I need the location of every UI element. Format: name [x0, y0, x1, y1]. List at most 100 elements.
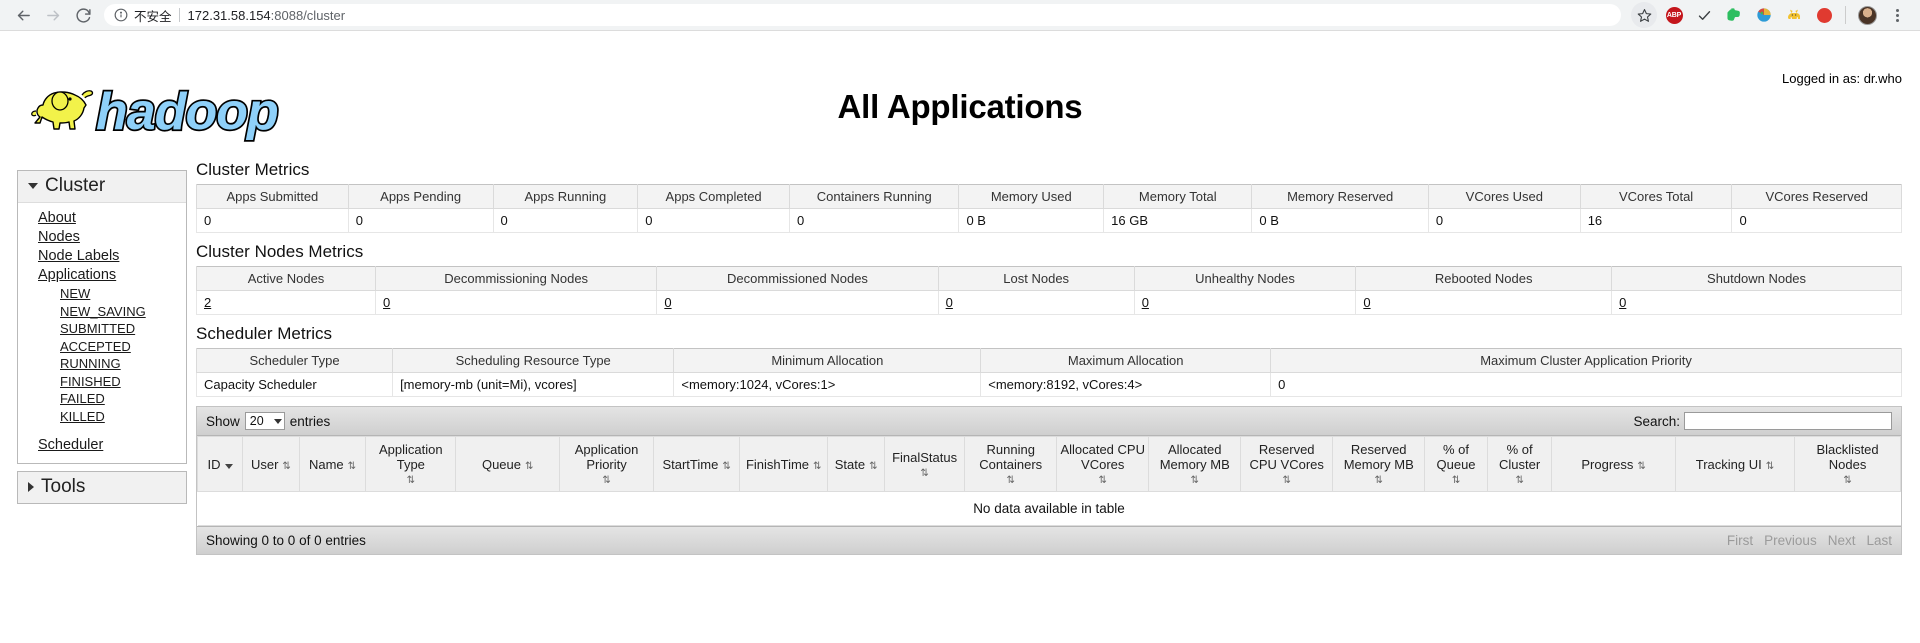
col-application-priority-label: Application Priority — [574, 442, 639, 472]
rebooted-nodes-link[interactable]: 0 — [1363, 295, 1370, 310]
unhealthy-nodes-link[interactable]: 0 — [1142, 295, 1149, 310]
col-decommissioning-nodes: Decommissioning Nodes — [375, 266, 658, 291]
back-arrow-icon[interactable] — [8, 0, 38, 30]
decommissioning-nodes-link[interactable]: 0 — [383, 295, 390, 310]
val-shutdown-nodes[interactable]: 0 — [1611, 290, 1902, 315]
col-finishtime[interactable]: FinishTime ⇅ — [739, 436, 829, 492]
page-title: All Applications — [837, 88, 1083, 125]
profile-avatar[interactable] — [1854, 2, 1880, 28]
palette-extension-icon[interactable] — [1751, 2, 1777, 28]
col-tracking-ui-label: Tracking UI — [1695, 456, 1762, 472]
val-memory-reserved: 0 B — [1251, 208, 1429, 233]
sidebar-item-nodes[interactable]: Nodes — [18, 228, 186, 247]
sidebar-item-applications[interactable]: Applications — [18, 266, 186, 285]
col-id-label: ID — [207, 456, 221, 472]
datatable-footer: Showing 0 to 0 of 0 entries First Previo… — [197, 526, 1901, 554]
bookmark-star-icon[interactable] — [1631, 2, 1657, 28]
pagination-last[interactable]: Last — [1866, 533, 1892, 548]
val-rebooted-nodes[interactable]: 0 — [1355, 290, 1613, 315]
evernote-icon[interactable] — [1721, 2, 1747, 28]
col-starttime[interactable]: StartTime ⇅ — [653, 436, 741, 492]
val-vcores-used: 0 — [1427, 208, 1581, 233]
chrome-menu-icon[interactable] — [1884, 2, 1910, 28]
sidebar-cluster-body: About Nodes Node Labels Applications NEW… — [18, 203, 186, 463]
col-application-type-label: Application Type — [379, 442, 443, 472]
col-allocated-cpu-vcores[interactable]: Allocated CPU VCores ⇅ — [1056, 436, 1150, 492]
table-header-row: ID User ⇅ Name ⇅ Application Type ⇅ Queue ⇅ … — [197, 436, 1901, 492]
reload-icon[interactable] — [68, 0, 98, 30]
col-progress[interactable]: Progress ⇅ — [1551, 436, 1676, 492]
col-minimum-allocation: Minimum Allocation — [673, 348, 982, 373]
chevron-down-icon — [273, 418, 282, 424]
col-name[interactable]: Name ⇅ — [298, 436, 367, 492]
val-minimum-allocation: <memory:1024, vCores:1> — [673, 372, 982, 397]
col-memory-total: Memory Total — [1103, 184, 1253, 209]
red-dot-extension-icon[interactable] — [1811, 2, 1837, 28]
chevron-down-icon — [28, 183, 38, 189]
col-percent-of-cluster[interactable]: % of Cluster ⇅ — [1486, 436, 1553, 492]
col-reserved-cpu-vcores[interactable]: Reserved CPU VCores ⇅ — [1240, 436, 1334, 492]
col-allocated-memory-mb[interactable]: Allocated Memory MB ⇅ — [1148, 436, 1242, 492]
sidebar-item-running[interactable]: RUNNING — [18, 355, 186, 373]
search-label: Search: — [1633, 413, 1680, 429]
col-blacklisted-nodes-label: Blacklisted Nodes — [1816, 442, 1879, 472]
page-length-control: Show 20 entries — [206, 412, 330, 430]
sidebar-cluster-header[interactable]: Cluster — [18, 171, 186, 203]
info-circle-icon[interactable] — [114, 8, 128, 22]
sidebar-item-new[interactable]: NEW — [18, 285, 186, 303]
val-lost-nodes[interactable]: 0 — [937, 290, 1135, 315]
address-bar[interactable]: 不安全 172.31.58.154:8088/cluster — [104, 4, 1621, 26]
val-memory-used: 0 B — [958, 208, 1105, 233]
sidebar-item-scheduler[interactable]: Scheduler — [18, 436, 186, 455]
main-content: Cluster Metrics Apps Submitted Apps Pend… — [195, 160, 1902, 555]
pagination-first[interactable]: First — [1727, 533, 1753, 548]
col-application-priority[interactable]: Application Priority ⇅ — [559, 436, 655, 492]
search-input[interactable] — [1684, 412, 1892, 430]
active-nodes-link[interactable]: 2 — [204, 295, 211, 310]
pagination-previous[interactable]: Previous — [1764, 533, 1817, 548]
sidebar-item-finished[interactable]: FINISHED — [18, 373, 186, 391]
checkmark-icon[interactable] — [1691, 2, 1717, 28]
sidebar-item-killed[interactable]: KILLED — [18, 408, 186, 426]
col-state[interactable]: State ⇅ — [827, 436, 885, 492]
decommissioned-nodes-link[interactable]: 0 — [664, 295, 671, 310]
adblock-plus-icon[interactable]: ABP — [1661, 2, 1687, 28]
val-decommissioned-nodes[interactable]: 0 — [656, 290, 939, 315]
cat-extension-icon[interactable] — [1781, 2, 1807, 28]
col-queue[interactable]: Queue ⇅ — [455, 436, 561, 492]
sidebar-item-accepted[interactable]: ACCEPTED — [18, 338, 186, 356]
shutdown-nodes-link[interactable]: 0 — [1619, 295, 1626, 310]
sidebar-item-submitted[interactable]: SUBMITTED — [18, 320, 186, 338]
page-length-select[interactable]: 20 — [244, 412, 285, 430]
col-finalstatus[interactable]: FinalStatus ⇅ — [883, 436, 966, 492]
pagination-next[interactable]: Next — [1828, 533, 1856, 548]
col-percent-of-queue[interactable]: % of Queue ⇅ — [1424, 436, 1488, 492]
lost-nodes-link[interactable]: 0 — [946, 295, 953, 310]
kebab-dots — [1895, 8, 1899, 22]
sidebar-item-node-labels[interactable]: Node Labels — [18, 247, 186, 266]
col-scheduling-resource-type: Scheduling Resource Type — [392, 348, 675, 373]
applications-datatable: Show 20 entries Search: ID User ⇅ Name ⇅… — [196, 406, 1902, 555]
sort-both-icon: ⇅ — [1637, 460, 1646, 472]
val-vcores-reserved: 0 — [1731, 208, 1902, 233]
col-reserved-memory-mb[interactable]: Reserved Memory MB ⇅ — [1332, 436, 1426, 492]
col-blacklisted-nodes[interactable]: Blacklisted Nodes ⇅ — [1794, 436, 1901, 492]
val-decommissioning-nodes[interactable]: 0 — [375, 290, 658, 315]
val-active-nodes[interactable]: 2 — [195, 290, 377, 315]
col-id[interactable]: ID — [197, 436, 243, 492]
sidebar-item-failed[interactable]: FAILED — [18, 390, 186, 408]
sidebar-item-about[interactable]: About — [18, 209, 186, 228]
col-tracking-ui[interactable]: Tracking UI ⇅ — [1674, 436, 1796, 492]
col-application-type[interactable]: Application Type ⇅ — [365, 436, 457, 492]
entries-label: entries — [289, 413, 331, 429]
sort-both-icon: ⇅ — [1374, 475, 1383, 486]
toolbar-divider — [1845, 6, 1846, 24]
sidebar-item-new-saving[interactable]: NEW_SAVING — [18, 303, 186, 321]
col-user[interactable]: User ⇅ — [242, 436, 300, 492]
col-running-containers[interactable]: Running Containers ⇅ — [964, 436, 1058, 492]
forward-arrow-icon[interactable] — [38, 0, 68, 30]
val-unhealthy-nodes[interactable]: 0 — [1133, 290, 1357, 315]
table-row: 0 0 0 0 0 0 B 16 GB 0 B 0 16 0 — [196, 208, 1902, 233]
sidebar-tools-header[interactable]: Tools — [18, 472, 186, 503]
